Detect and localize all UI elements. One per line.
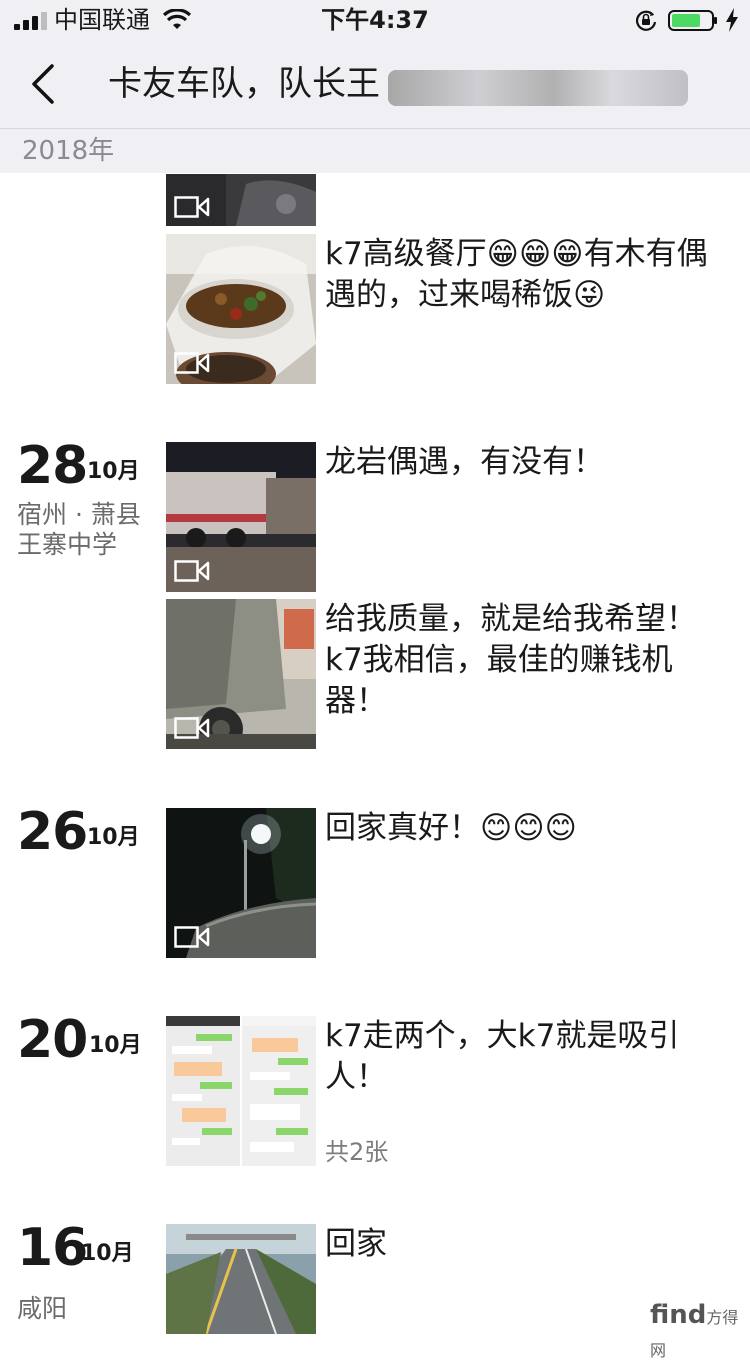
date-day: 16 [17,1218,88,1278]
date-month: 10月 [87,825,140,850]
post-video-thumbnail[interactable] [166,174,316,226]
post-video-thumbnail[interactable] [166,234,316,384]
date-day: 28 [17,436,88,496]
back-button[interactable] [22,60,66,108]
post-text[interactable]: 龙岩偶遇，有没有！ [325,442,720,483]
date-month: 10月 [89,1033,142,1058]
page-title: 卡友车队，队长王 [108,64,380,104]
post-location[interactable]: 咸阳 [17,1294,157,1324]
date-day: 26 [17,802,88,862]
post-text[interactable]: 回家真好！😊😊😊 [325,808,720,849]
post-text[interactable]: 给我质量，就是给我希望！k7我相信，最佳的赚钱机器！ [325,599,720,722]
video-icon [174,196,210,218]
image-count: 共2张 [325,1138,389,1166]
video-icon [174,717,210,739]
navigation-bar: 卡友车队，队长王 [0,40,750,129]
battery-icon [668,10,717,31]
charging-icon [726,8,738,32]
video-icon [174,926,210,948]
video-icon [174,560,210,582]
watermark-brand: find [650,1300,707,1330]
post-text[interactable]: k7走两个，大k7就是吸引人！ [325,1016,720,1098]
post-location[interactable]: 宿州 · 萧县王寨中学 [17,500,157,560]
rotation-lock-icon [635,10,657,31]
video-icon [174,352,210,374]
post-image-thumbnail[interactable] [166,1016,316,1166]
post-text[interactable]: k7高级餐厅😁😁😁有木有偶遇的，过来喝稀饭😜 [325,234,720,316]
watermark: find方得网 [650,1300,750,1366]
year-header: 2018年 [0,129,750,173]
post-video-thumbnail[interactable] [166,599,316,749]
date-month: 10月 [81,1241,134,1266]
redacted-title-blur [388,70,688,106]
date-day: 20 [17,1010,88,1070]
year-label: 2018年 [22,136,115,166]
status-bar: 中国联通 下午4:37 [0,0,750,40]
date-month: 10月 [87,459,140,484]
post-video-thumbnail[interactable] [166,808,316,958]
post-image-thumbnail[interactable] [166,1224,316,1334]
post-video-thumbnail[interactable] [166,442,316,592]
post-text[interactable]: 回家 [325,1224,720,1265]
